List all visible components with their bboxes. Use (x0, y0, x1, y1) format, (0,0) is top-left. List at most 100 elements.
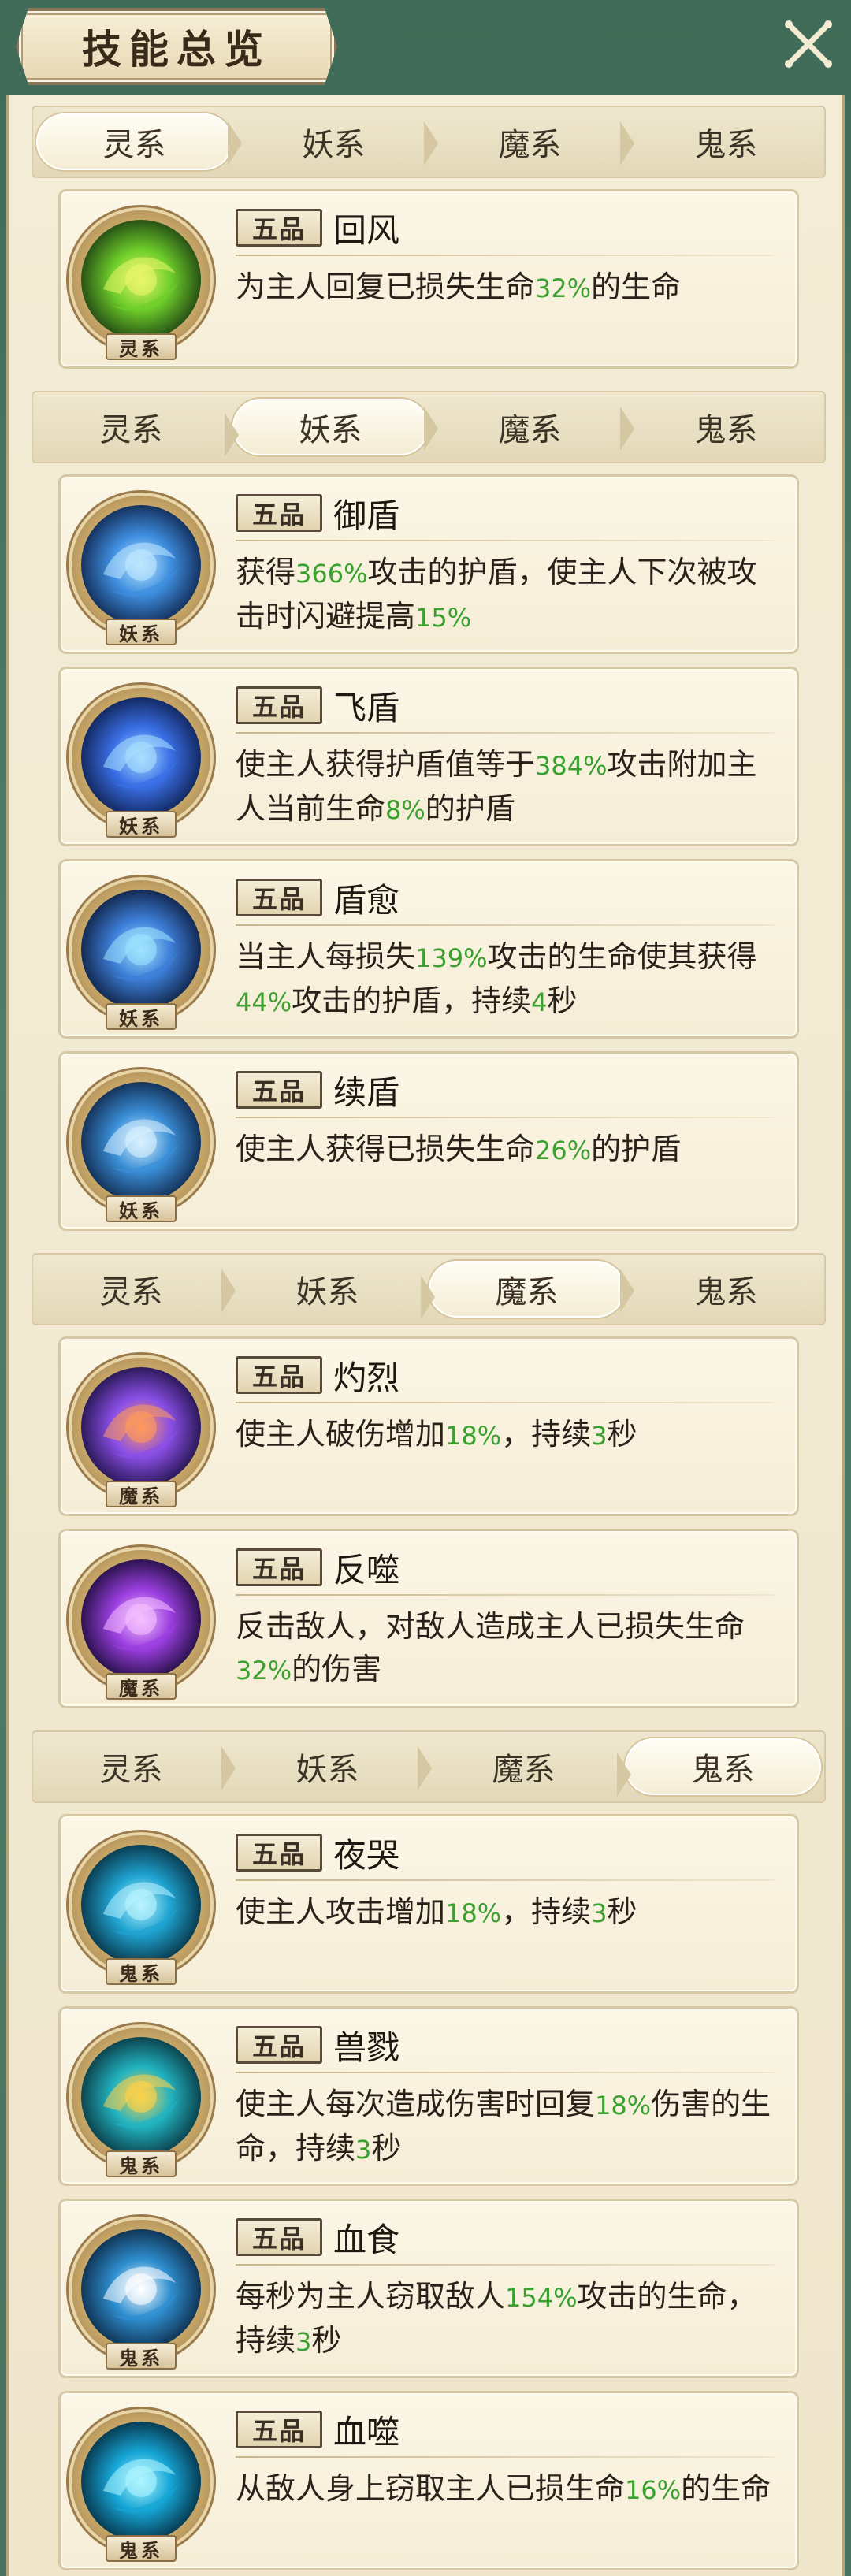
element-tabbar: 灵系 妖系 魔系 鬼系 (32, 1253, 826, 1325)
ghost-wisp-icon (81, 1845, 201, 1965)
grade-badge: 五品 (236, 879, 322, 916)
skill-name: 盾愈 (333, 881, 400, 920)
skill-icon-frame: 灵系 (72, 210, 210, 360)
tab-ling[interactable]: 灵系 (33, 1732, 229, 1801)
highlight-value: 26% (535, 1136, 592, 1165)
skill-description: 使主人破伤增加18%，持续3秒 (236, 1413, 776, 1457)
skill-panel: 灵系 妖系 魔系 鬼系 灵系 五品 回风 为主人回复已损失生命32%的生命 灵系 妖系 魔系 鬼系 妖系… (6, 95, 845, 2576)
highlight-value: 15% (415, 603, 472, 633)
tab-gui[interactable]: 鬼系 (617, 1738, 821, 1797)
skill-card[interactable]: 妖系 五品 盾愈 当主人每损失139%攻击的生命使其获得 44%攻击的护盾，持续4秒 (58, 859, 799, 1039)
tab-gui[interactable]: 鬼系 (620, 107, 824, 177)
skill-card[interactable]: 魔系 五品 灼烈 使主人破伤增加18%，持续3秒 (58, 1336, 799, 1516)
header-bar: 技能总览 (0, 0, 851, 93)
skill-description: 使主人攻击增加18%，持续3秒 (236, 1890, 776, 1935)
skill-card[interactable]: 鬼系 五品 血食 每秒为主人窃取敌人154%攻击的生命，持续3秒 (58, 2199, 799, 2378)
tab-ling[interactable]: 灵系 (36, 113, 232, 170)
skill-card[interactable]: 鬼系 五品 夜哭 使主人攻击增加18%，持续3秒 (58, 1814, 799, 1994)
highlight-value: 3 (591, 1898, 608, 1928)
description-text: 反击敌人，对敌人造成主人已损失生命 (236, 1609, 745, 1644)
tab-ling[interactable]: 灵系 (33, 392, 229, 462)
tab-yao[interactable]: 妖系 (221, 1255, 426, 1324)
skill-name: 兽戮 (333, 2028, 400, 2067)
divider (236, 255, 775, 256)
divider (236, 1117, 775, 1118)
skill-card[interactable]: 鬼系 五品 血噬 从敌人身上窃取主人已损生命16%的生命 (58, 2391, 799, 2570)
skill-name: 夜哭 (333, 1836, 400, 1875)
grade-badge: 五品 (236, 1834, 322, 1872)
tab-mo[interactable]: 魔系 (424, 107, 628, 177)
element-badge: 魔系 (106, 1673, 177, 1700)
description-text: 的伤害 (292, 1652, 382, 1686)
divider (236, 732, 775, 734)
close-button[interactable] (775, 11, 842, 77)
description-text: 当主人每损失 (236, 939, 416, 974)
highlight-value: 366% (295, 559, 368, 589)
description-text: ，持续 (501, 1894, 592, 1929)
grade-badge: 五品 (236, 1071, 322, 1109)
tab-gui[interactable]: 鬼系 (620, 1255, 824, 1324)
description-text: 攻击的护盾，持续 (292, 983, 532, 1018)
beast-shield-icon (81, 1082, 201, 1202)
skill-icon-frame: 妖系 (72, 880, 210, 1030)
description-text: 使主人获得护盾值等于 (236, 747, 536, 782)
tab-yao[interactable]: 妖系 (228, 107, 432, 177)
close-x-icon (785, 20, 832, 68)
description-text: 获得 (236, 555, 296, 589)
highlight-value: 4 (531, 987, 548, 1017)
element-badge: 鬼系 (106, 2343, 177, 2370)
tab-yao[interactable]: 妖系 (225, 399, 429, 457)
skill-name: 飞盾 (333, 689, 400, 727)
wind-swirl-icon (81, 220, 201, 340)
divider (236, 2456, 775, 2458)
grade-badge: 五品 (236, 1356, 322, 1394)
highlight-value: 44% (236, 987, 292, 1017)
skill-icon-frame: 魔系 (72, 1358, 210, 1507)
flame-vortex-icon (81, 1367, 201, 1487)
description-text: 从敌人身上窃取主人已损生命 (236, 2471, 626, 2506)
divider (236, 2264, 775, 2266)
grade-badge: 五品 (236, 1548, 322, 1586)
element-badge: 鬼系 (106, 2535, 177, 2562)
tab-mo[interactable]: 魔系 (418, 1732, 622, 1801)
highlight-value: 16% (625, 2475, 682, 2505)
description-text: 的护盾 (591, 1132, 682, 1166)
skill-card[interactable]: 魔系 五品 反噬 反击敌人，对敌人造成主人已损失生命 32%的伤害 (58, 1529, 799, 1708)
grade-badge: 五品 (236, 2411, 322, 2448)
tab-gui[interactable]: 鬼系 (620, 392, 824, 462)
element-tabbar: 灵系 妖系 魔系 鬼系 (32, 391, 826, 463)
highlight-value: 18% (595, 2091, 652, 2121)
element-tabbar: 灵系 妖系 魔系 鬼系 (32, 1730, 826, 1803)
skill-name: 续盾 (333, 1073, 400, 1112)
skill-icon-frame: 鬼系 (72, 2220, 210, 2370)
skill-description: 反击敌人，对敌人造成主人已损失生命 32%的伤害 (236, 1605, 776, 1692)
description-text: 为主人回复已损失生命 (236, 269, 536, 304)
skill-card[interactable]: 鬼系 五品 兽戮 使主人每次造成伤害时回复18%伤害的生命，持续3秒 (58, 2006, 799, 2186)
description-text: 使主人获得已损失生命 (236, 1132, 536, 1166)
description-text: 秒 (311, 2323, 342, 2358)
description-text: 秒 (607, 1894, 637, 1929)
element-badge: 妖系 (106, 811, 177, 838)
element-badge: 灵系 (106, 333, 177, 360)
tab-mo[interactable]: 魔系 (424, 392, 628, 462)
skill-icon-frame: 妖系 (72, 688, 210, 838)
flying-shield-icon (81, 697, 201, 817)
tab-mo[interactable]: 魔系 (421, 1261, 625, 1319)
highlight-value: 18% (445, 1421, 502, 1451)
skill-card[interactable]: 妖系 五品 御盾 获得366%攻击的护盾，使主人下次被攻击时闪避提高15% (58, 474, 799, 654)
grade-badge: 五品 (236, 2026, 322, 2064)
skill-icon-frame: 妖系 (72, 496, 210, 645)
element-badge: 妖系 (106, 1003, 177, 1030)
skill-icon-frame: 鬼系 (72, 2028, 210, 2177)
description-text: 攻击的生命使其获得 (487, 939, 757, 974)
description-text: 使主人攻击增加 (236, 1894, 446, 1929)
tab-ling[interactable]: 灵系 (33, 1255, 229, 1324)
skill-card[interactable]: 妖系 五品 续盾 使主人获得已损失生命26%的护盾 (58, 1051, 799, 1231)
skill-card[interactable]: 妖系 五品 飞盾 使主人获得护盾值等于384%攻击附加主人当前生命8%的护盾 (58, 667, 799, 846)
skill-name: 回风 (333, 211, 400, 250)
tab-yao[interactable]: 妖系 (221, 1732, 426, 1801)
skill-card[interactable]: 灵系 五品 回风 为主人回复已损失生命32%的生命 (58, 189, 799, 369)
skill-description: 每秒为主人窃取敌人154%攻击的生命，持续3秒 (236, 2275, 776, 2363)
shield-icon (81, 505, 201, 625)
highlight-value: 3 (591, 1421, 608, 1451)
